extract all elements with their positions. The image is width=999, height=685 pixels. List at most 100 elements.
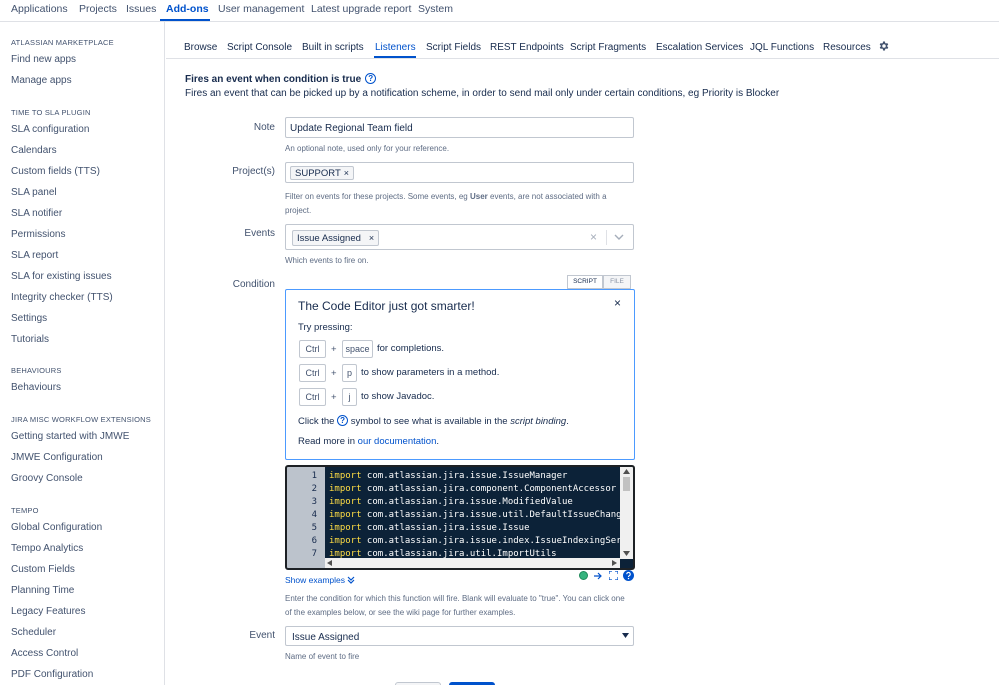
tab-listeners[interactable]: Listeners	[375, 42, 416, 53]
sidebar-item-planning-time[interactable]: Planning Time	[11, 585, 74, 596]
script-toggle[interactable]: SCRIPT	[567, 275, 603, 289]
note-input[interactable]: Update Regional Team field	[285, 117, 634, 138]
sidebar-item-settings[interactable]: Settings	[11, 313, 47, 324]
code-text: com.atlassian.jira.issue.IssueManager	[361, 471, 568, 481]
line-number: 6	[311, 536, 317, 546]
events-select[interactable]: Issue Assigned × ×	[285, 224, 634, 250]
tab-built-in-scripts[interactable]: Built in scripts	[302, 42, 364, 53]
clear-icon[interactable]: ×	[590, 230, 597, 244]
projects-help-text: Filter on events for these projects. Som…	[285, 192, 470, 201]
code-line: import com.atlassian.jira.issue.index.Is…	[329, 536, 635, 546]
tab-script-console[interactable]: Script Console	[227, 42, 292, 53]
popup-row-text: to show Javadoc.	[361, 391, 435, 402]
scroll-up-icon[interactable]	[623, 469, 630, 474]
nav-user-management[interactable]: User management	[218, 3, 304, 15]
code-editor-tip-popup: The Code Editor just got smarter! × Try …	[285, 289, 635, 460]
tab-browse[interactable]: Browse	[184, 42, 217, 53]
read-more-text: Read more in	[298, 436, 358, 447]
line-number: 3	[311, 497, 317, 507]
arrow-right-icon[interactable]	[594, 572, 603, 580]
nav-latest-upgrade-report[interactable]: Latest upgrade report	[311, 3, 411, 15]
close-icon[interactable]: ×	[614, 296, 621, 310]
sidebar-item-jmwe-configuration[interactable]: JMWE Configuration	[11, 452, 103, 463]
dropdown-arrow-icon	[622, 633, 629, 638]
sidebar-section-title: BEHAVIOURS	[11, 366, 62, 375]
events-label: Events	[244, 228, 275, 239]
sidebar-item-integrity-checker[interactable]: Integrity checker (TTS)	[11, 292, 113, 303]
sidebar-item-scheduler[interactable]: Scheduler	[11, 627, 56, 638]
sidebar-item-sla-notifier[interactable]: SLA notifier	[11, 208, 62, 219]
code-text: com.atlassian.jira.issue.index.IssueInde…	[361, 536, 635, 546]
sidebar-item-calendars[interactable]: Calendars	[11, 145, 57, 156]
projects-input[interactable]: SUPPORT ×	[285, 162, 634, 183]
tab-resources[interactable]: Resources	[823, 42, 871, 53]
sidebar-item-sla-configuration[interactable]: SLA configuration	[11, 124, 89, 135]
sidebar-item-getting-started-jmwe[interactable]: Getting started with JMWE	[11, 431, 129, 442]
scroll-left-icon[interactable]	[327, 560, 332, 566]
projects-help: Filter on events for these projects. Som…	[285, 190, 625, 218]
popup-row-text: for completions.	[377, 343, 445, 354]
help-icon[interactable]: ?	[365, 73, 377, 84]
code-editor[interactable]: 1 2 3 4 5 6 7 import com.atlassian.jira.…	[285, 465, 635, 570]
sidebar-item-tutorials[interactable]: Tutorials	[11, 334, 49, 345]
file-toggle[interactable]: FILE	[603, 275, 631, 289]
tab-rest-endpoints[interactable]: REST Endpoints	[490, 42, 564, 53]
kbd-p: p	[342, 364, 357, 382]
project-tag-label: SUPPORT	[295, 168, 341, 179]
binding-text-mid: symbol to see what is available in the	[350, 416, 508, 427]
sidebar-item-find-new-apps[interactable]: Find new apps	[11, 54, 76, 65]
sidebar-item-sla-panel[interactable]: SLA panel	[11, 187, 57, 198]
code-line: import com.atlassian.jira.issue.Modified…	[329, 497, 573, 507]
line-number: 4	[311, 510, 317, 520]
projects-help-bold: User	[469, 192, 488, 201]
nav-system[interactable]: System	[418, 3, 453, 15]
horizontal-scrollbar[interactable]	[325, 558, 620, 568]
code-keyword: import	[329, 471, 362, 481]
event-select[interactable]: Issue Assigned	[285, 626, 634, 646]
line-number: 7	[311, 549, 317, 559]
scroll-down-icon[interactable]	[623, 551, 630, 556]
sidebar-item-custom-fields[interactable]: Custom Fields	[11, 564, 75, 575]
sidebar-item-sla-existing-issues[interactable]: SLA for existing issues	[11, 271, 112, 282]
binding-text-end: .	[566, 416, 569, 427]
event-label: Event	[249, 630, 275, 641]
nav-add-ons[interactable]: Add-ons	[166, 3, 209, 15]
scrollbar-thumb[interactable]	[623, 477, 630, 491]
sidebar-item-tempo-analytics[interactable]: Tempo Analytics	[11, 543, 83, 554]
sidebar-item-pdf-configuration[interactable]: PDF Configuration	[11, 669, 93, 680]
show-examples-label: Show examples	[285, 575, 346, 585]
vertical-scrollbar[interactable]	[620, 467, 633, 559]
sidebar-item-behaviours[interactable]: Behaviours	[11, 382, 61, 393]
documentation-link[interactable]: our documentation	[358, 436, 437, 447]
tab-script-fragments[interactable]: Script Fragments	[570, 42, 646, 53]
sidebar-item-legacy-features[interactable]: Legacy Features	[11, 606, 86, 617]
show-examples-link[interactable]: Show examples	[285, 575, 355, 585]
sidebar-item-custom-fields-tts[interactable]: Custom fields (TTS)	[11, 166, 100, 177]
nav-applications[interactable]: Applications	[11, 3, 68, 15]
popup-row-text: to show parameters in a method.	[361, 367, 500, 378]
scroll-right-icon[interactable]	[612, 560, 617, 566]
sidebar-section-title: TEMPO	[11, 506, 39, 515]
tab-escalation-services[interactable]: Escalation Services	[656, 42, 743, 53]
gear-icon[interactable]	[878, 40, 890, 52]
help-circle-icon[interactable]	[623, 570, 634, 581]
sidebar-item-groovy-console[interactable]: Groovy Console	[11, 473, 83, 484]
code-line: import com.atlassian.jira.issue.util.Def…	[329, 510, 633, 520]
remove-tag-icon[interactable]: ×	[344, 168, 349, 178]
chevron-down-icon[interactable]	[614, 234, 624, 241]
code-line: import com.atlassian.jira.component.Comp…	[329, 484, 616, 494]
kbd-j: j	[342, 388, 357, 406]
remove-tag-icon[interactable]: ×	[369, 233, 374, 243]
tab-script-fields[interactable]: Script Fields	[426, 42, 481, 53]
sidebar-item-access-control[interactable]: Access Control	[11, 648, 78, 659]
nav-issues[interactable]: Issues	[126, 3, 156, 15]
code-line: import com.atlassian.jira.issue.Issue	[329, 523, 530, 533]
note-label: Note	[253, 122, 275, 133]
sidebar-item-permissions[interactable]: Permissions	[11, 229, 65, 240]
sidebar-item-manage-apps[interactable]: Manage apps	[11, 75, 72, 86]
fullscreen-icon[interactable]	[609, 571, 618, 580]
tab-jql-functions[interactable]: JQL Functions	[750, 42, 814, 53]
nav-projects[interactable]: Projects	[79, 3, 117, 15]
sidebar-item-global-configuration[interactable]: Global Configuration	[11, 522, 102, 533]
sidebar-item-sla-report[interactable]: SLA report	[11, 250, 58, 261]
